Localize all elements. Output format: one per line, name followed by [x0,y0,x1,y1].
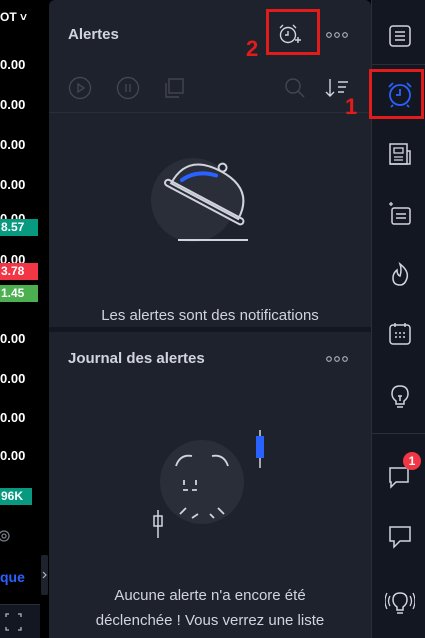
pause-button[interactable] [116,76,140,100]
news-icon [389,143,411,165]
lightbulb-icon [391,385,409,408]
screener-button[interactable] [380,194,420,234]
price-scale-strip: OT ˅ 0.00 0.00 0.00 0.00 0.00 8.57 0.00 … [0,0,40,638]
pause-circle-icon [116,76,140,100]
chevron-right-icon [42,571,47,579]
price-label: 0.00 [0,57,26,72]
watchlist-icon [389,25,411,47]
gear-icon[interactable] [0,528,20,544]
price-tag: 8.57 [0,219,38,236]
symbol-selector[interactable]: OT ˅ [0,10,27,24]
hotlist-button[interactable] [380,254,420,294]
right-toolbar: 1 1 [345,0,425,638]
log-empty-message-line2: déclenchée ! Vous verrez une liste [95,612,325,629]
price-label: 0.00 [0,137,26,152]
price-label: 0.00 [0,331,26,346]
log-title: Journal des alertes [68,350,205,367]
calendar-icon [389,323,411,345]
copy-button[interactable] [162,76,186,100]
fullscreen-icon [5,613,22,631]
price-label: 0.00 [0,410,26,425]
chat-notification-badge: 1 [403,452,421,470]
collapse-handle[interactable] [41,555,48,595]
hotlist-icon [392,261,409,286]
search-icon [285,78,305,98]
annotation-label-1: 1 [345,94,358,119]
ideas-button[interactable] [380,376,420,416]
fullscreen-button[interactable] [0,604,40,638]
price-tag: 96K [0,488,32,505]
play-circle-icon [68,76,92,100]
live-icon [385,592,415,614]
price-label: 0.00 [0,97,26,112]
price-tag: 3.78 [0,263,38,280]
annotation-box-2 [266,9,320,55]
play-button[interactable] [68,76,92,100]
section-divider[interactable] [49,327,371,332]
annotation-label-2: 2 [246,36,259,61]
log-more-options-button[interactable] [323,350,351,368]
price-tag: 1.45 [0,285,38,302]
private-chat-button[interactable] [380,516,420,556]
more-options-button[interactable] [323,26,351,44]
price-label: 0.00 [0,177,26,192]
price-label: 0.00 [0,448,26,463]
more-horizontal-icon [326,356,348,362]
log-empty-message-line1: Aucune alerte n'a encore été [114,587,306,604]
more-horizontal-icon [326,32,348,38]
search-button[interactable] [283,76,307,100]
divider [49,112,371,113]
copy-icon [165,78,184,98]
watchlist-button[interactable] [380,16,420,56]
more-link[interactable]: que [0,569,25,585]
alerts-empty-message: Les alertes sont des notifications [101,307,319,324]
calendar-button[interactable] [380,314,420,354]
price-label: 0.00 [0,371,26,386]
chat-private-icon [389,526,411,549]
alarm-clock-illustration [153,430,264,538]
annotation-box-1 [369,69,424,119]
toolbar-separator [372,64,425,65]
news-button[interactable] [380,134,420,174]
cloche-illustration [151,158,248,242]
screener-icon [389,202,411,225]
toolbar-separator [372,433,425,434]
alerts-panel: Alertes Les alertes sont des notificatio… [49,0,371,638]
alerts-title: Alertes [68,26,119,43]
live-button[interactable] [380,583,420,623]
